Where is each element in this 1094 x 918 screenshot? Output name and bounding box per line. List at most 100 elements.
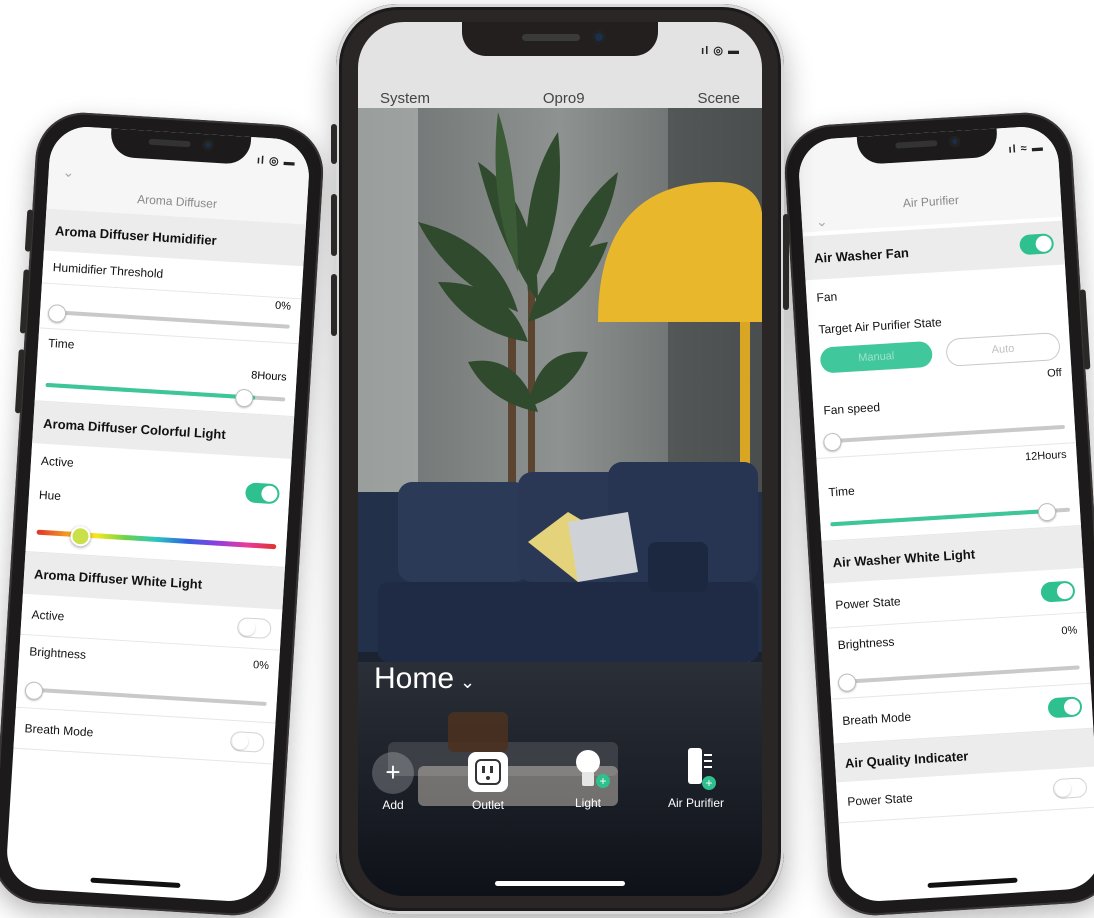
right-phone: ıl ≈ ▬ ⌄ Air Purifier Air Washer Fan Fan…: [782, 109, 1094, 918]
front-camera: [948, 135, 961, 148]
slider-track[interactable]: [50, 310, 290, 329]
outlet-device-tile[interactable]: Outlet: [458, 752, 518, 812]
off-value: Off: [1046, 366, 1062, 380]
air-purifier-icon: +: [676, 748, 716, 794]
row-label: Target Air Purifier State: [818, 315, 943, 337]
front-camera: [592, 30, 606, 44]
volume-button: [19, 269, 30, 334]
time-value: 12Hours: [1024, 448, 1067, 464]
aqi-power-toggle[interactable]: [1052, 777, 1088, 800]
center-screen: ıl ◎ ▬ System Opro9 Scene Home ⌄ + Add O…: [358, 22, 762, 896]
row-label: Fan speed: [823, 400, 881, 418]
right-screen: ıl ≈ ▬ ⌄ Air Purifier Air Washer Fan Fan…: [796, 124, 1094, 904]
status-icons: ıl ≈ ▬: [1008, 141, 1045, 156]
front-camera: [202, 139, 214, 151]
add-device-tile[interactable]: + Add: [368, 752, 418, 812]
volume-button: [331, 194, 337, 256]
breath-toggle[interactable]: [1047, 696, 1083, 719]
section-title: Air Washer Fan: [813, 244, 910, 266]
brightness-value: 0%: [1061, 624, 1078, 638]
left-phone: ıl ◎ ▬ ⌄ Aroma Diffuser Aroma Diffuser H…: [0, 109, 326, 918]
home-indicator: [927, 877, 1018, 889]
home-indicator: [495, 881, 625, 886]
device-label: Air Purifier: [667, 796, 724, 810]
row-label: Active: [40, 453, 75, 470]
toggle-knob: [260, 485, 278, 503]
slider-track[interactable]: [26, 687, 267, 706]
slider-track[interactable]: [839, 665, 1080, 685]
speaker: [895, 140, 938, 149]
white-active-toggle[interactable]: [236, 617, 272, 640]
row-label: Active: [31, 607, 65, 624]
slider-knob[interactable]: [47, 303, 67, 323]
chevron-down-icon[interactable]: ⌄: [62, 164, 75, 182]
power-toggle[interactable]: [1040, 580, 1076, 603]
system-tab[interactable]: System: [380, 90, 430, 107]
toggle-knob: [1035, 235, 1053, 253]
outlet-icon: [468, 752, 508, 792]
status-icons: ıl ◎ ▬: [701, 45, 740, 57]
light-device-tile[interactable]: + Light: [558, 750, 618, 810]
slider-fill: [830, 508, 1051, 527]
chevron-down-icon: ⌄: [460, 672, 476, 692]
left-screen: ıl ◎ ▬ ⌄ Aroma Diffuser Aroma Diffuser H…: [4, 124, 312, 904]
toggle-knob: [1056, 582, 1074, 600]
center-phone: ıl ◎ ▬ System Opro9 Scene Home ⌄ + Add O…: [331, 4, 789, 914]
notch: [462, 22, 658, 56]
air-purifier-device-tile[interactable]: + Air Purifier: [658, 748, 734, 810]
speaker: [522, 34, 580, 41]
power-button: [783, 214, 789, 310]
speaker: [148, 138, 191, 148]
row-label: Humidifier Threshold: [52, 260, 164, 281]
settings-list: Aroma Diffuser Humidifier Humidifier Thr…: [13, 208, 306, 765]
slider-value: 8Hours: [250, 369, 287, 384]
manual-segment[interactable]: Manual: [819, 340, 933, 374]
volume-button: [24, 209, 34, 252]
row-label: Power State: [834, 594, 902, 613]
settings-list: Air Washer Fan Fan Target Air Purifier S…: [802, 220, 1094, 824]
device-label: Light: [574, 796, 602, 810]
row-label: Power State: [846, 790, 914, 809]
row-label: Hue: [38, 487, 62, 504]
volume-button: [14, 349, 25, 414]
home-label: Home: [374, 662, 455, 695]
slider-track[interactable]: [825, 424, 1066, 444]
slider-fill: [45, 382, 256, 400]
row-label: Brightness: [837, 634, 895, 653]
row-label: Breath Mode: [24, 721, 94, 740]
brightness-value: 0%: [252, 659, 270, 673]
toggle-knob: [1054, 780, 1072, 798]
slider-knob[interactable]: [822, 432, 842, 452]
slider-knob[interactable]: [837, 673, 857, 693]
add-badge-icon: +: [596, 774, 610, 788]
slider-value: 0%: [274, 299, 292, 313]
home-name-title: Opro9: [542, 90, 585, 107]
slider-knob[interactable]: [1037, 502, 1057, 522]
auto-segment[interactable]: Auto: [945, 332, 1061, 367]
row-label: Fan: [816, 289, 838, 305]
device-label: Add: [382, 798, 404, 812]
toggle-knob: [1063, 698, 1081, 716]
active-toggle[interactable]: [244, 482, 281, 505]
home-indicator: [90, 877, 181, 889]
chevron-down-icon[interactable]: ⌄: [815, 213, 828, 231]
toggle-knob: [238, 619, 256, 637]
slider-knob[interactable]: [24, 681, 44, 701]
slider-knob[interactable]: [234, 388, 254, 408]
device-label: Outlet: [471, 798, 504, 812]
status-icons: ıl ◎ ▬: [256, 154, 297, 169]
nav-bar: System Opro9 Scene: [358, 90, 762, 107]
add-badge-icon: +: [702, 776, 716, 790]
hue-knob[interactable]: [69, 525, 92, 547]
fan-toggle[interactable]: [1019, 233, 1055, 256]
bulb-icon: +: [568, 750, 610, 794]
row-label: Time: [47, 335, 75, 352]
power-button: [1079, 289, 1091, 370]
volume-button: [331, 274, 337, 336]
row-label: Brightness: [28, 644, 87, 662]
breath-toggle[interactable]: [229, 730, 265, 753]
scene-tab[interactable]: Scene: [697, 90, 740, 107]
volume-button: [331, 124, 337, 164]
row-label: Breath Mode: [842, 709, 912, 728]
home-selector[interactable]: Home ⌄: [374, 662, 475, 696]
